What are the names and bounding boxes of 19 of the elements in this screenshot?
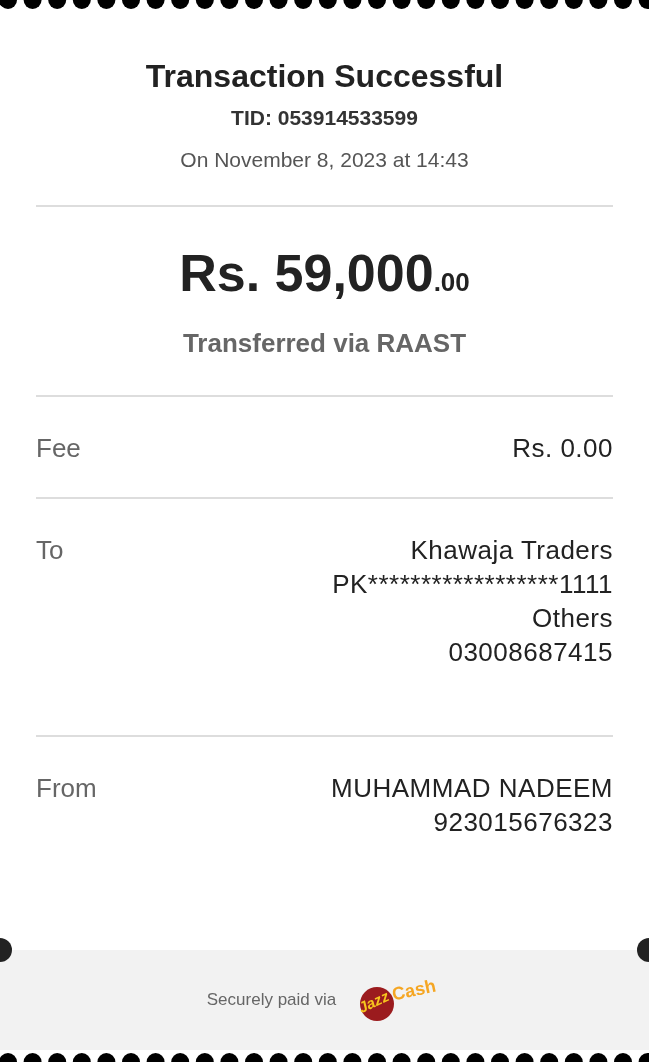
row-value: Others [531, 602, 613, 635]
transfer-method: Transferred via RAAST [182, 327, 467, 360]
transaction-id: TID: 053914533599 [231, 105, 418, 131]
row-value: Rs. 0.00 [512, 432, 613, 465]
transaction-date: On November 8, 2023 at 14:43 [180, 146, 469, 173]
amount: Rs. 59,000.00 [179, 243, 470, 304]
notch-left-icon [0, 937, 12, 963]
row-value: Khawaja Traders [410, 534, 613, 567]
row-label: To [36, 534, 64, 567]
row-label: From [36, 772, 97, 805]
jazzcash-logo: Jazz Cash [358, 975, 443, 1025]
row-value: 03008687415 [448, 636, 613, 669]
row-label: Fee [36, 432, 81, 465]
receipt-title: Transaction Successful [145, 57, 504, 96]
notch-right-icon [637, 937, 649, 963]
row-value: PK******************1111 [332, 568, 613, 601]
row-value: 923015676323 [433, 806, 613, 839]
footer-text: Securely paid via [206, 989, 337, 1012]
row-value: MUHAMMAD NADEEM [331, 772, 613, 805]
